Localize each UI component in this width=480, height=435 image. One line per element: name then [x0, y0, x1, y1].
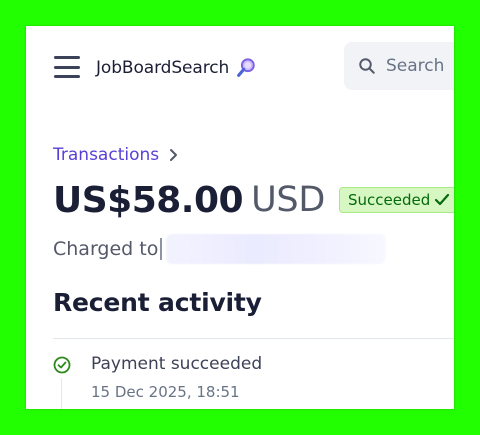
charged-to-label: Charged to	[53, 238, 159, 260]
magnifier-icon	[237, 58, 255, 77]
breadcrumb: Transactions	[53, 145, 179, 165]
timeline-line	[61, 378, 62, 409]
search-icon	[359, 58, 375, 74]
activity-event: Payment succeeded 15 Dec 2025, 18:51	[53, 354, 453, 409]
checkmark-icon	[435, 193, 450, 206]
charged-to: Charged to	[53, 234, 387, 264]
redacted-customer	[166, 234, 387, 264]
hamburger-menu-icon[interactable]	[54, 56, 80, 78]
event-title: Payment succeeded	[91, 354, 263, 374]
chevron-right-icon	[170, 149, 178, 161]
payment-amount: US$58.00	[53, 179, 244, 221]
transaction-detail-panel: JobBoardSearch Transactions US$58.00 USD…	[26, 26, 454, 409]
recent-activity-title: Recent activity	[53, 288, 262, 317]
breadcrumb-transactions-link[interactable]: Transactions	[53, 145, 159, 165]
payment-currency: USD	[251, 180, 325, 220]
status-badge: Succeeded	[338, 187, 454, 213]
search-box[interactable]	[344, 42, 454, 90]
search-input[interactable]	[386, 56, 454, 76]
brand[interactable]: JobBoardSearch	[96, 55, 257, 81]
divider	[53, 338, 454, 339]
event-time: 15 Dec 2025, 18:51	[91, 383, 240, 401]
text-divider	[160, 238, 163, 260]
status-badge-label: Succeeded	[347, 191, 431, 209]
brand-name: JobBoardSearch	[96, 58, 230, 78]
check-circle-icon	[53, 356, 71, 374]
amount-row: US$58.00 USD Succeeded	[53, 178, 454, 222]
